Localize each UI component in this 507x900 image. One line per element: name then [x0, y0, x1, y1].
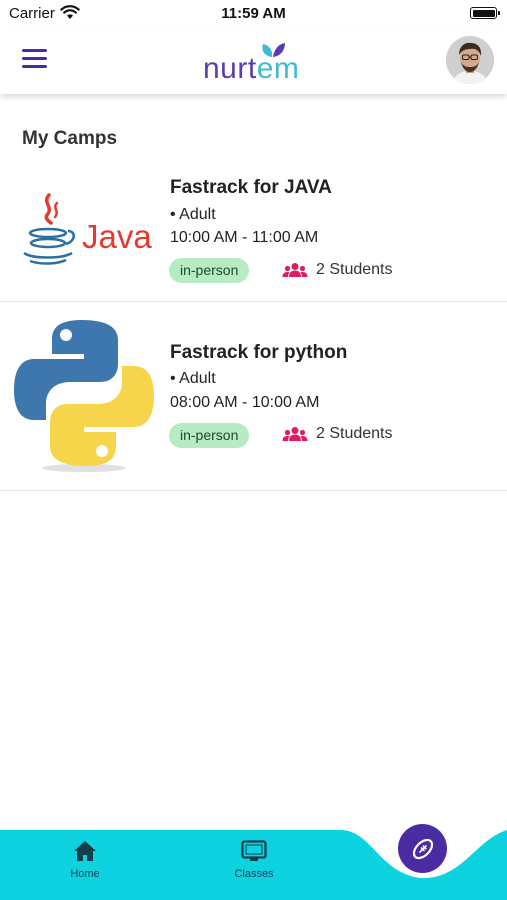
status-bar: Carrier 11:59 AM — [0, 0, 507, 28]
students-label: 2 Students — [316, 261, 393, 278]
students-icon — [282, 427, 308, 441]
students-label: 2 Students — [316, 425, 393, 442]
camp-title: Fastrack for python — [170, 342, 348, 363]
logo-text-suffix: em — [256, 52, 300, 85]
camp-audience: • Adult — [170, 370, 216, 387]
app-header: nurtem — [0, 28, 507, 94]
camp-card[interactable]: Java Fastrack for JAVA • Adult 10:00 AM … — [0, 165, 507, 302]
camp-audience: • Adult — [170, 206, 216, 223]
user-avatar[interactable] — [446, 36, 494, 84]
camp-card[interactable]: Fastrack for python • Adult 08:00 AM - 1… — [0, 302, 507, 491]
avatar-photo — [446, 36, 494, 84]
students-count: 2 Students — [282, 422, 393, 446]
status-time: 11:59 AM — [221, 5, 286, 22]
football-fab-button[interactable] — [398, 824, 447, 873]
battery-icon — [470, 7, 500, 19]
java-logo-text: Java — [82, 218, 152, 255]
mode-badge: in-person — [169, 258, 250, 283]
camp-time: 10:00 AM - 11:00 AM — [170, 229, 319, 246]
monitor-icon — [241, 840, 267, 861]
nurtem-logo: nurtem — [203, 42, 313, 88]
students-count: 2 Students — [282, 258, 393, 282]
section-title-my-camps: My Camps — [22, 128, 118, 149]
python-logo — [14, 320, 154, 472]
students-icon — [282, 263, 308, 277]
football-icon — [412, 838, 433, 859]
hamburger-menu-icon[interactable] — [22, 47, 48, 71]
nav-home-label: Home — [70, 868, 100, 880]
nav-classes[interactable]: Classes — [219, 840, 289, 880]
camp-time: 08:00 AM - 10:00 AM — [170, 394, 320, 411]
nav-classes-label: Classes — [234, 868, 274, 880]
java-logo: Java — [23, 193, 152, 265]
mode-badge: in-person — [169, 423, 250, 448]
home-icon — [74, 841, 96, 861]
nav-home[interactable]: Home — [50, 840, 120, 880]
camp-title: Fastrack for JAVA — [170, 177, 332, 198]
logo-text: nurt — [203, 52, 257, 85]
